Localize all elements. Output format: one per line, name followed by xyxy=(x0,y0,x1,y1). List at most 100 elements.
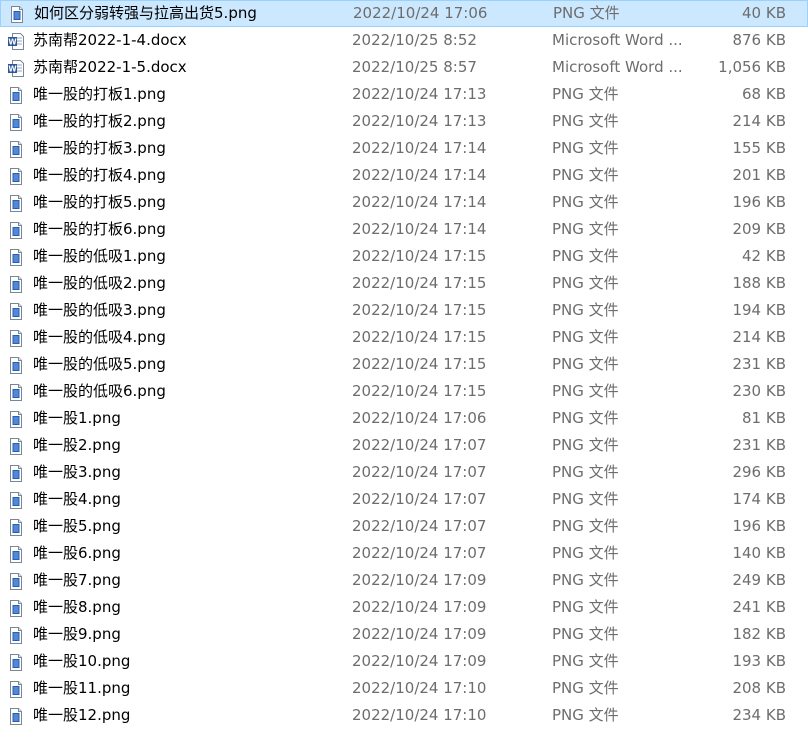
file-row[interactable]: 唯一股6.png 2022/10/24 17:07 PNG 文件 140 KB xyxy=(0,540,808,567)
file-date-modified: 2022/10/24 17:14 xyxy=(352,193,487,211)
file-row[interactable]: 唯一股10.png 2022/10/24 17:09 PNG 文件 193 KB xyxy=(0,648,808,675)
file-row[interactable]: 唯一股的打板5.png 2022/10/24 17:14 PNG 文件 196 … xyxy=(0,189,808,216)
file-size: 42 KB xyxy=(742,247,786,265)
png-file-icon xyxy=(8,626,24,644)
file-row[interactable]: 唯一股的低吸2.png 2022/10/24 17:15 PNG 文件 188 … xyxy=(0,270,808,297)
file-name: 唯一股的打板4.png xyxy=(33,166,166,184)
png-file-icon xyxy=(8,410,24,428)
png-file-icon xyxy=(8,437,24,455)
file-type: PNG 文件 xyxy=(552,166,619,184)
png-file-icon xyxy=(8,680,24,698)
file-size: 188 KB xyxy=(732,274,786,292)
file-row[interactable]: 唯一股1.png 2022/10/24 17:06 PNG 文件 81 KB xyxy=(0,405,808,432)
file-size: 194 KB xyxy=(732,301,786,319)
file-row[interactable]: 唯一股4.png 2022/10/24 17:07 PNG 文件 174 KB xyxy=(0,486,808,513)
file-type: PNG 文件 xyxy=(552,463,619,481)
file-date-modified: 2022/10/24 17:09 xyxy=(352,598,487,616)
file-name: 唯一股的打板6.png xyxy=(33,220,166,238)
file-size: 40 KB xyxy=(742,4,786,22)
png-file-icon xyxy=(8,248,24,266)
file-row[interactable]: 唯一股12.png 2022/10/24 17:10 PNG 文件 234 KB xyxy=(0,702,808,729)
file-row[interactable]: 唯一股的打板4.png 2022/10/24 17:14 PNG 文件 201 … xyxy=(0,162,808,189)
file-row[interactable]: 唯一股2.png 2022/10/24 17:07 PNG 文件 231 KB xyxy=(0,432,808,459)
file-date-modified: 2022/10/24 17:14 xyxy=(352,220,487,238)
file-row[interactable]: 唯一股3.png 2022/10/24 17:07 PNG 文件 296 KB xyxy=(0,459,808,486)
file-type: PNG 文件 xyxy=(552,328,619,346)
file-size: 196 KB xyxy=(732,517,786,535)
file-row[interactable]: 唯一股11.png 2022/10/24 17:10 PNG 文件 208 KB xyxy=(0,675,808,702)
file-name: 唯一股11.png xyxy=(33,679,131,697)
word-file-icon: W xyxy=(8,32,24,50)
png-file-icon xyxy=(8,275,24,293)
file-row[interactable]: 如何区分弱转强与拉高出货5.png 2022/10/24 17:06 PNG 文… xyxy=(0,0,808,27)
file-date-modified: 2022/10/24 17:13 xyxy=(352,85,487,103)
file-size: 208 KB xyxy=(732,679,786,697)
file-type: PNG 文件 xyxy=(552,652,619,670)
file-date-modified: 2022/10/24 17:07 xyxy=(352,436,487,454)
file-row[interactable]: 唯一股的低吸3.png 2022/10/24 17:15 PNG 文件 194 … xyxy=(0,297,808,324)
png-file-icon xyxy=(8,518,24,536)
file-type: PNG 文件 xyxy=(552,193,619,211)
png-file-icon xyxy=(8,707,24,725)
file-date-modified: 2022/10/24 17:14 xyxy=(352,139,487,157)
file-row[interactable]: W 苏南帮2022-1-5.docx 2022/10/25 8:57 Micro… xyxy=(0,54,808,81)
file-row[interactable]: 唯一股的打板1.png 2022/10/24 17:13 PNG 文件 68 K… xyxy=(0,81,808,108)
file-date-modified: 2022/10/24 17:15 xyxy=(352,382,487,400)
file-row[interactable]: 唯一股的打板3.png 2022/10/24 17:14 PNG 文件 155 … xyxy=(0,135,808,162)
file-type: PNG 文件 xyxy=(552,598,619,616)
file-date-modified: 2022/10/24 17:06 xyxy=(353,4,488,22)
file-row[interactable]: 唯一股7.png 2022/10/24 17:09 PNG 文件 249 KB xyxy=(0,567,808,594)
file-row[interactable]: 唯一股5.png 2022/10/24 17:07 PNG 文件 196 KB xyxy=(0,513,808,540)
file-type: PNG 文件 xyxy=(552,571,619,589)
file-name: 唯一股12.png xyxy=(33,706,131,724)
file-name: 唯一股4.png xyxy=(33,490,121,508)
file-date-modified: 2022/10/24 17:10 xyxy=(352,706,487,724)
png-file-icon xyxy=(8,140,24,158)
file-type: Microsoft Word ... xyxy=(552,58,683,76)
png-file-icon xyxy=(8,599,24,617)
file-size: 201 KB xyxy=(732,166,786,184)
png-file-icon xyxy=(8,653,24,671)
file-size: 196 KB xyxy=(732,193,786,211)
png-file-icon xyxy=(8,167,24,185)
file-date-modified: 2022/10/24 17:09 xyxy=(352,625,487,643)
file-size: 231 KB xyxy=(732,436,786,454)
svg-text:W: W xyxy=(8,38,17,47)
png-file-icon xyxy=(8,356,24,374)
file-row[interactable]: 唯一股9.png 2022/10/24 17:09 PNG 文件 182 KB xyxy=(0,621,808,648)
file-type: PNG 文件 xyxy=(552,625,619,643)
file-row[interactable]: 唯一股的打板2.png 2022/10/24 17:13 PNG 文件 214 … xyxy=(0,108,808,135)
file-row[interactable]: 唯一股的打板6.png 2022/10/24 17:14 PNG 文件 209 … xyxy=(0,216,808,243)
file-name: 唯一股7.png xyxy=(33,571,121,589)
file-row[interactable]: 唯一股的低吸1.png 2022/10/24 17:15 PNG 文件 42 K… xyxy=(0,243,808,270)
file-name: 唯一股9.png xyxy=(33,625,121,643)
file-row[interactable]: 唯一股8.png 2022/10/24 17:09 PNG 文件 241 KB xyxy=(0,594,808,621)
file-row[interactable]: 唯一股的低吸4.png 2022/10/24 17:15 PNG 文件 214 … xyxy=(0,324,808,351)
file-list: 如何区分弱转强与拉高出货5.png 2022/10/24 17:06 PNG 文… xyxy=(0,0,808,738)
file-name: 唯一股3.png xyxy=(33,463,121,481)
file-date-modified: 2022/10/24 17:15 xyxy=(352,328,487,346)
file-name: 唯一股2.png xyxy=(33,436,121,454)
file-type: PNG 文件 xyxy=(552,355,619,373)
png-file-icon xyxy=(8,329,24,347)
png-file-icon xyxy=(8,464,24,482)
file-date-modified: 2022/10/24 17:15 xyxy=(352,301,487,319)
png-file-icon xyxy=(8,86,24,104)
file-size: 1,056 KB xyxy=(718,58,786,76)
file-size: 231 KB xyxy=(732,355,786,373)
file-row[interactable]: W 苏南帮2022-1-4.docx 2022/10/25 8:52 Micro… xyxy=(0,27,808,54)
file-type: PNG 文件 xyxy=(552,490,619,508)
file-type: PNG 文件 xyxy=(552,274,619,292)
file-type: PNG 文件 xyxy=(552,301,619,319)
file-size: 241 KB xyxy=(732,598,786,616)
file-date-modified: 2022/10/24 17:06 xyxy=(352,409,487,427)
file-name: 唯一股6.png xyxy=(33,544,121,562)
file-type: PNG 文件 xyxy=(552,112,619,130)
file-name: 如何区分弱转强与拉高出货5.png xyxy=(34,4,257,22)
file-type: PNG 文件 xyxy=(552,436,619,454)
file-row[interactable]: 唯一股的低吸6.png 2022/10/24 17:15 PNG 文件 230 … xyxy=(0,378,808,405)
file-name: 唯一股5.png xyxy=(33,517,121,535)
file-name: 唯一股的低吸3.png xyxy=(33,301,166,319)
file-row[interactable]: 唯一股的低吸5.png 2022/10/24 17:15 PNG 文件 231 … xyxy=(0,351,808,378)
file-size: 155 KB xyxy=(732,139,786,157)
